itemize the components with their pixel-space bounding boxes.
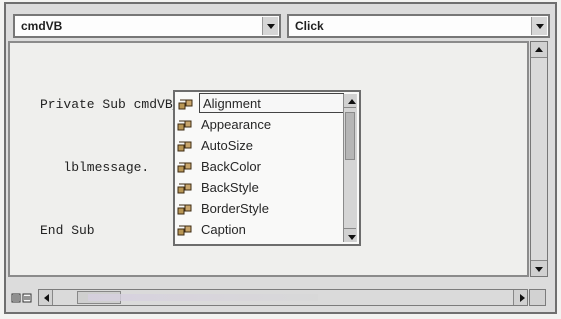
scroll-right-button[interactable]	[513, 290, 527, 305]
popup-item-alignment[interactable]: Alignment	[178, 93, 344, 113]
status-strip	[88, 294, 318, 301]
property-icon	[178, 99, 193, 110]
view-toggle-icon[interactable]	[11, 292, 39, 304]
object-combo-dropdown-button[interactable]	[262, 17, 278, 35]
popup-item-label: BackStyle	[201, 180, 259, 195]
popup-item-autosize[interactable]: AutoSize	[177, 136, 345, 156]
popup-scrollbar[interactable]	[343, 94, 357, 242]
property-icon	[177, 183, 192, 194]
popup-item-backcolor[interactable]: BackColor	[177, 157, 345, 177]
resize-corner-button[interactable]	[529, 289, 546, 306]
property-icon	[177, 162, 192, 173]
popup-item-borderstyle[interactable]: BorderStyle	[177, 199, 345, 219]
property-icon	[177, 225, 192, 236]
property-icon	[177, 120, 192, 131]
intellisense-popup[interactable]: Alignment Appearance AutoSize BackColor	[173, 90, 361, 246]
popup-scroll-down-button[interactable]	[344, 228, 356, 242]
popup-item-appearance[interactable]: Appearance	[177, 115, 345, 135]
scroll-left-button[interactable]	[39, 290, 53, 305]
scroll-down-button[interactable]	[531, 260, 547, 276]
popup-item-caption[interactable]: Caption	[177, 220, 345, 240]
object-combo[interactable]: cmdVB	[13, 14, 281, 38]
popup-item-label: AutoSize	[201, 138, 254, 153]
popup-item-label: BorderStyle	[201, 201, 269, 216]
procedure-combo-value: Click	[295, 19, 324, 33]
property-icon	[177, 141, 192, 152]
popup-scroll-up-button[interactable]	[344, 94, 356, 108]
procedure-combo-dropdown-button[interactable]	[531, 17, 547, 35]
vertical-scrollbar[interactable]	[530, 41, 548, 277]
popup-item-label: BackColor	[201, 159, 261, 174]
object-combo-value: cmdVB	[21, 19, 63, 33]
popup-scroll-thumb[interactable]	[345, 112, 355, 160]
property-icon	[177, 204, 192, 215]
procedure-combo[interactable]: Click	[287, 14, 550, 38]
popup-item-label: Alignment	[203, 96, 261, 111]
popup-item-backstyle[interactable]: BackStyle	[177, 178, 345, 198]
scroll-up-button[interactable]	[531, 42, 547, 58]
popup-item-label: Appearance	[201, 117, 272, 132]
popup-item-label: Caption	[201, 222, 246, 237]
